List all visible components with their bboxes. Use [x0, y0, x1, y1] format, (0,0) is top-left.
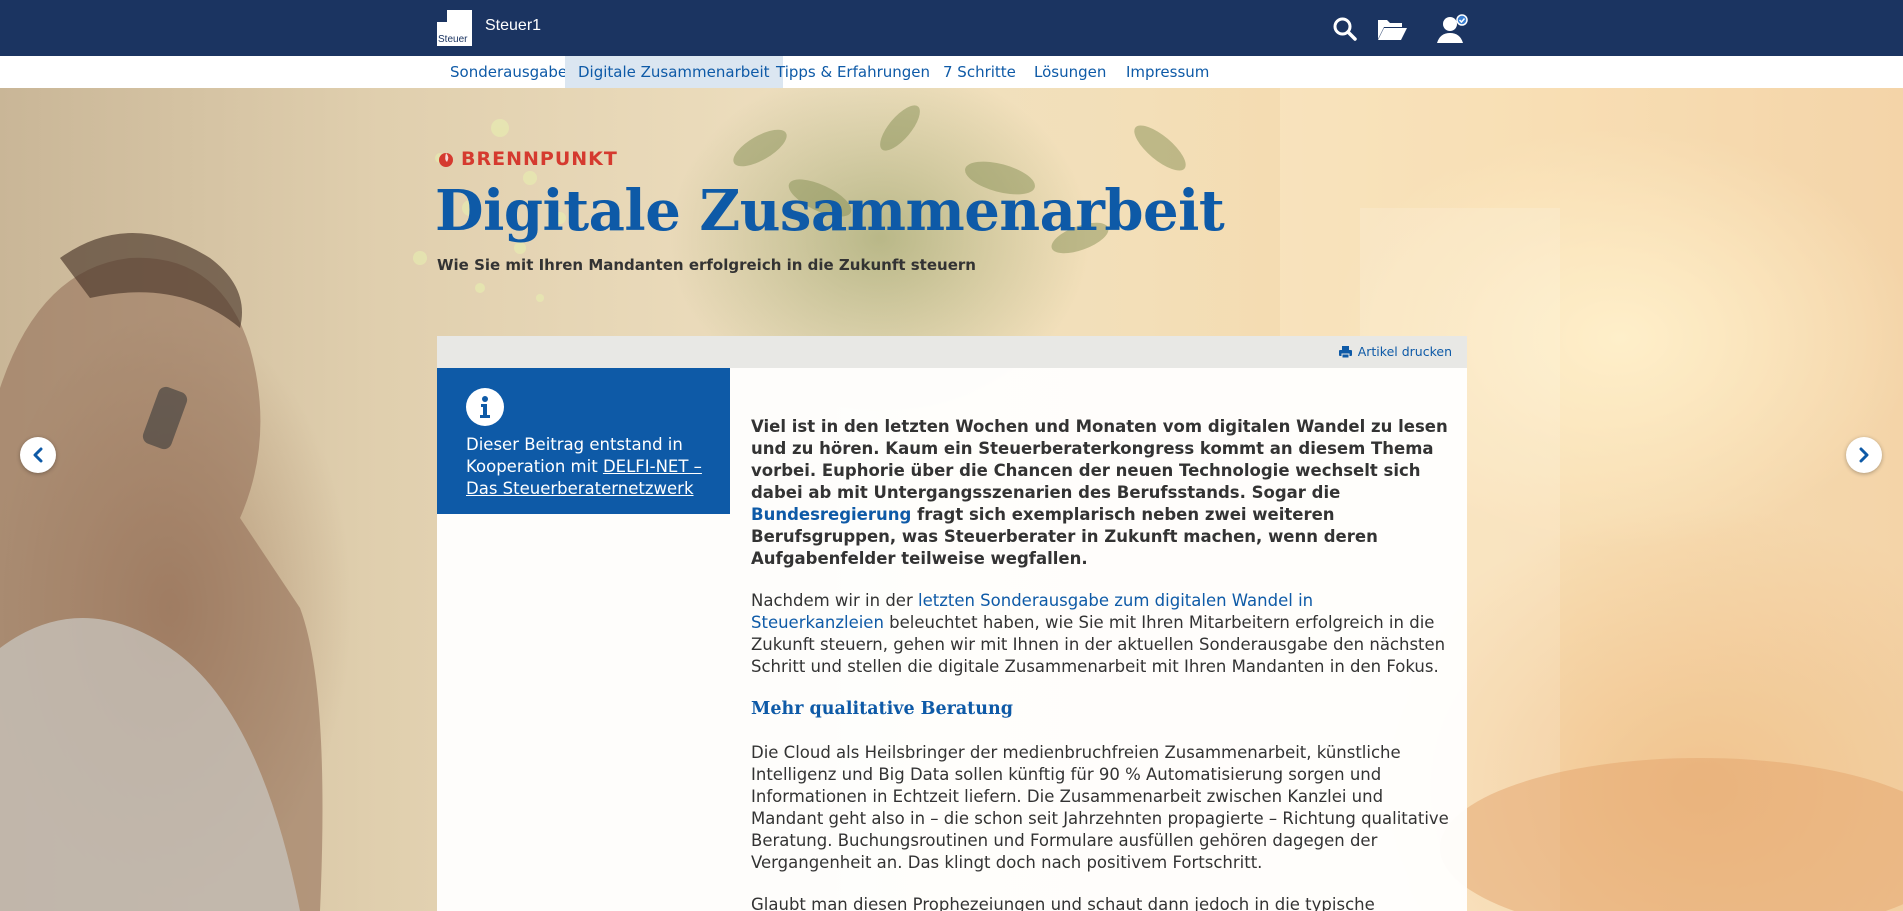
- print-icon: [1338, 345, 1352, 358]
- nav-item-7-schritte[interactable]: 7 Schritte: [930, 56, 1029, 88]
- article-toolbar: Artikel drucken: [437, 336, 1467, 368]
- logo[interactable]: Steuer: [437, 10, 472, 46]
- article-paragraph: Nachdem wir in der letzten Sonderausgabe…: [751, 590, 1451, 678]
- paragraph-text-before: Nachdem wir in der: [751, 591, 918, 610]
- article-paragraph: Glaubt man diesen Prophezeiungen und sch…: [751, 895, 1375, 911]
- lead-text-before: Viel ist in den letzten Wochen und Monat…: [751, 417, 1448, 502]
- nav-item-tipps-erfahrungen[interactable]: Tipps & Erfahrungen: [763, 56, 943, 88]
- article-body: Viel ist in den letzten Wochen und Monat…: [751, 416, 1451, 911]
- info-text: Dieser Beitrag entstand in Kooperation m…: [466, 434, 716, 500]
- brand-name[interactable]: Steuer1: [485, 17, 541, 35]
- page-subtitle: Wie Sie mit Ihren Mandanten erfolgreich …: [437, 256, 976, 274]
- kicker-label: BRENNPUNKT: [461, 148, 618, 170]
- user-icon[interactable]: [1436, 14, 1470, 44]
- logo-notch: [437, 10, 447, 22]
- print-article-label: Artikel drucken: [1357, 344, 1452, 359]
- info-icon: [466, 388, 504, 426]
- logo-text: Steuer: [438, 34, 468, 45]
- section-heading: Mehr qualitative Beratung: [751, 699, 1013, 719]
- folder-icon[interactable]: [1375, 14, 1409, 44]
- hero: BRENNPUNKT Digitale Zusammenarbeit Wie S…: [0, 88, 1903, 911]
- carousel-prev-button[interactable]: [20, 437, 56, 473]
- bundesregierung-link[interactable]: Bundesregierung: [751, 505, 911, 524]
- top-bar: Steuer Steuer1: [0, 0, 1903, 56]
- chevron-right-icon: [1859, 447, 1869, 463]
- search-icon[interactable]: [1330, 14, 1360, 44]
- nav-item-impressum[interactable]: Impressum: [1113, 56, 1222, 88]
- info-box: Dieser Beitrag entstand in Kooperation m…: [437, 368, 730, 514]
- page-title: Digitale Zusammenarbeit: [435, 178, 1225, 244]
- print-article-link[interactable]: Artikel drucken: [1338, 344, 1452, 359]
- chevron-left-icon: [33, 447, 43, 463]
- nav-item-digitale-zusammenarbeit[interactable]: Digitale Zusammenarbeit: [565, 56, 783, 88]
- article-lead: Viel ist in den letzten Wochen und Monat…: [751, 416, 1451, 570]
- kicker: BRENNPUNKT: [437, 148, 618, 170]
- carousel-next-button[interactable]: [1846, 437, 1882, 473]
- article-panel: Artikel drucken Dieser Beitrag entstand …: [437, 336, 1467, 911]
- nav-item-sonderausgabe[interactable]: Sonderausgabe: [437, 56, 580, 88]
- article-paragraph: Die Cloud als Heilsbringer der medienbru…: [751, 743, 1449, 872]
- main-nav: Sonderausgabe Digitale Zusammenarbeit Ti…: [0, 56, 1903, 88]
- flame-icon: [439, 153, 453, 167]
- nav-item-loesungen[interactable]: Lösungen: [1021, 56, 1119, 88]
